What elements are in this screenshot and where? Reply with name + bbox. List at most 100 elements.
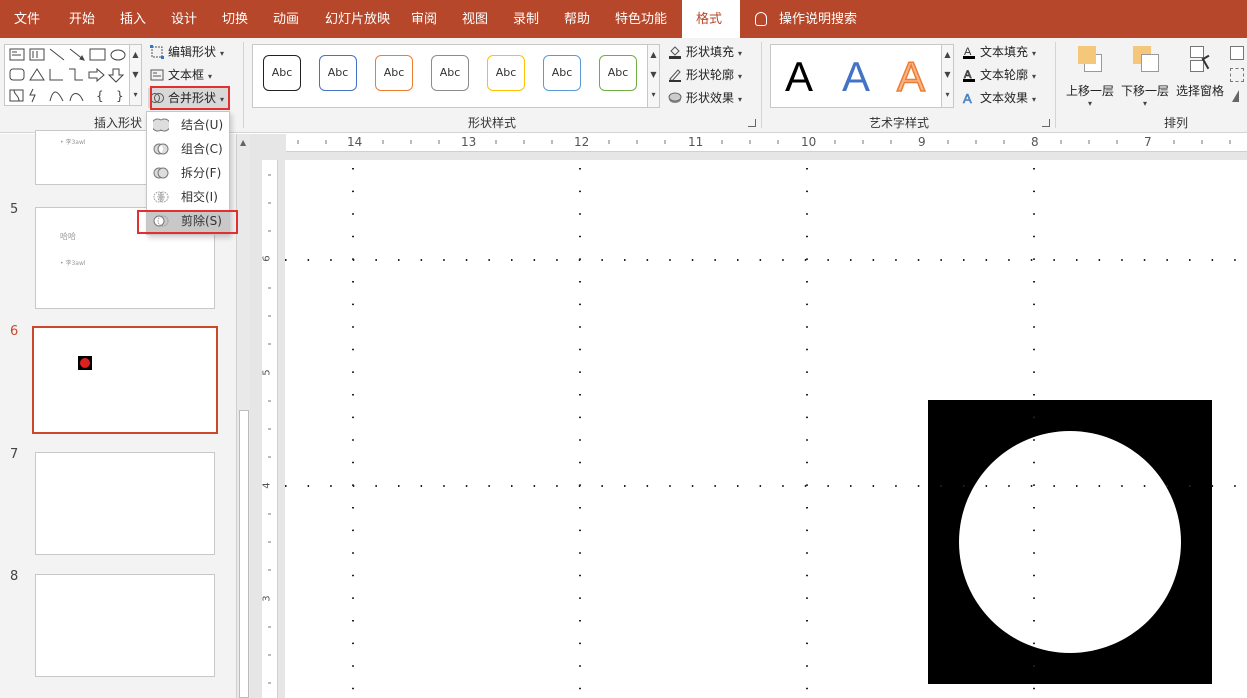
tab-slideshow[interactable]: 幻灯片放映: [325, 0, 390, 38]
wordart-styles-dialog-launcher[interactable]: [1042, 119, 1050, 127]
style-sample-orange[interactable]: Abc: [375, 55, 413, 91]
hruler-label: 10: [801, 135, 817, 149]
union-icon: [153, 118, 169, 132]
tab-transitions[interactable]: 切换: [222, 0, 248, 38]
slide-thumbnail-8[interactable]: [35, 574, 215, 677]
tab-animations[interactable]: 动画: [273, 0, 299, 38]
slide-number-6: 6: [10, 324, 19, 339]
chevron-down-icon: ▾: [1142, 99, 1147, 108]
chevron-down-icon: ▾: [220, 49, 225, 58]
wordart-styles-group-label: 艺术字样式: [869, 116, 930, 130]
chevron-down-icon: ▾: [1032, 72, 1037, 81]
align-icon[interactable]: [1230, 46, 1244, 60]
chevron-down-icon: ▾: [1087, 99, 1092, 108]
selection-pane-label: 选择窗格: [1175, 84, 1224, 98]
tab-insert[interactable]: 插入: [120, 0, 146, 38]
edit-shape-button[interactable]: 编辑形状 ▾: [148, 42, 224, 62]
slide-thumbnail-6[interactable]: [32, 326, 218, 434]
shape-effects-icon: [668, 92, 682, 103]
style-sample-black[interactable]: Abc: [263, 55, 301, 91]
selection-pane-icon: [1184, 44, 1216, 76]
intersect-icon: [153, 191, 169, 203]
selection-pane-button[interactable]: 选择窗格: [1173, 44, 1227, 99]
shape-outline-label: 形状轮廓: [686, 68, 735, 82]
svg-text:A: A: [963, 91, 972, 105]
bring-forward-label: 上移一层: [1065, 84, 1114, 98]
wordart-sample-orange-outline[interactable]: A: [896, 52, 926, 101]
wordart-sample-blue[interactable]: A: [842, 53, 870, 101]
tell-me-search[interactable]: 操作说明搜索: [755, 0, 857, 38]
text-box-icon: [150, 69, 164, 81]
slide-number-8: 8: [10, 569, 19, 584]
style-sample-green[interactable]: Abc: [599, 55, 637, 91]
text-fill-button[interactable]: A 文本填充 ▾: [960, 42, 1036, 62]
wordart-styles-gallery[interactable]: A A A ▲ ▼ ▾: [770, 44, 954, 108]
style-sample-gray[interactable]: Abc: [431, 55, 469, 91]
hruler-label: 13: [461, 135, 477, 149]
send-backward-icon: [1129, 44, 1161, 76]
shape-icons: { }: [9, 48, 126, 103]
scrollbar-thumb[interactable]: [239, 410, 249, 698]
menu-item-combine[interactable]: 组合(C): [147, 138, 229, 160]
text-outline-icon: A: [963, 69, 975, 82]
vertical-ruler-ticks: [268, 174, 271, 684]
group-divider: [761, 42, 762, 128]
menu-item-fragment[interactable]: 拆分(F): [147, 162, 229, 184]
wordart-gallery-scroll[interactable]: ▲ ▼ ▾: [941, 45, 953, 107]
menu-item-union[interactable]: 结合(U): [147, 114, 229, 136]
send-backward-button[interactable]: 下移一层 ▾: [1119, 44, 1171, 108]
horizontal-ruler: 14 13 12 11 10 9 8 7: [286, 134, 1247, 152]
chevron-down-icon: ▾: [738, 72, 743, 81]
group-divider: [243, 42, 244, 128]
menu-item-combine-label: 组合(C): [181, 142, 223, 156]
menu-item-intersect[interactable]: 相交(I): [147, 186, 229, 208]
text-fill-label: 文本填充: [980, 45, 1029, 59]
thumbnail-scrollbar[interactable]: ▲: [236, 134, 250, 698]
text-outline-button[interactable]: A 文本轮廓 ▾: [960, 65, 1036, 85]
text-outline-label: 文本轮廓: [980, 68, 1029, 82]
style-sample-blue[interactable]: Abc: [319, 55, 357, 91]
tab-format[interactable]: 格式: [682, 0, 740, 38]
wordart-sample-black[interactable]: A: [785, 53, 813, 101]
shape-effects-button[interactable]: 形状效果 ▾: [666, 88, 742, 108]
shape-fill-label: 形状填充: [686, 45, 735, 59]
bring-forward-button[interactable]: 上移一层 ▾: [1064, 44, 1116, 108]
tab-design[interactable]: 设计: [171, 0, 197, 38]
hruler-label: 7: [1144, 135, 1152, 149]
text-box-button[interactable]: 文本框 ▾: [148, 65, 212, 85]
tab-review[interactable]: 审阅: [411, 0, 437, 38]
slide-canvas[interactable]: [285, 160, 1247, 698]
rotate-icon[interactable]: [1232, 90, 1239, 102]
group-objects-icon[interactable]: [1230, 68, 1244, 82]
slide-thumbnail-7[interactable]: [35, 452, 215, 555]
shape-outline-button[interactable]: 形状轮廓 ▾: [666, 65, 742, 85]
tab-file[interactable]: 文件: [14, 0, 40, 38]
tab-special-features[interactable]: 特色功能: [615, 0, 667, 38]
hruler-label: 9: [918, 135, 926, 149]
send-backward-label: 下移一层: [1120, 84, 1169, 98]
svg-text:}: }: [116, 89, 124, 103]
shape-fill-button[interactable]: 形状填充 ▾: [666, 42, 742, 62]
tab-help[interactable]: 帮助: [564, 0, 590, 38]
tab-home[interactable]: 开始: [69, 0, 95, 38]
text-effects-button[interactable]: A 文本效果 ▾: [960, 88, 1036, 108]
style-sample-lightblue[interactable]: Abc: [543, 55, 581, 91]
vruler-label: 4: [261, 482, 273, 489]
slide5-title-text: 哈哈: [60, 232, 76, 241]
style-sample-gold[interactable]: Abc: [487, 55, 525, 91]
shape-styles-gallery[interactable]: Abc Abc Abc Abc Abc Abc Abc ▲ ▼ ▾: [252, 44, 660, 108]
chevron-down-icon: ▾: [738, 95, 743, 104]
text-box-label: 文本框: [168, 68, 205, 82]
shapes-gallery[interactable]: { } ▲ ▼ ▾: [4, 44, 142, 106]
tab-record[interactable]: 录制: [513, 0, 539, 38]
tab-view[interactable]: 视图: [462, 0, 488, 38]
shapes-gallery-scroll[interactable]: ▲ ▼ ▾: [129, 45, 141, 105]
arrange-group-label: 排列: [1164, 116, 1189, 130]
styles-gallery-scroll[interactable]: ▲ ▼ ▾: [647, 45, 659, 107]
vruler-label: 5: [261, 369, 273, 376]
hruler-label: 11: [688, 135, 704, 149]
shape-styles-dialog-launcher[interactable]: [748, 119, 756, 127]
hruler-label: 14: [347, 135, 363, 149]
scroll-up-arrow[interactable]: ▲: [240, 138, 246, 147]
hruler-label: 8: [1031, 135, 1039, 149]
